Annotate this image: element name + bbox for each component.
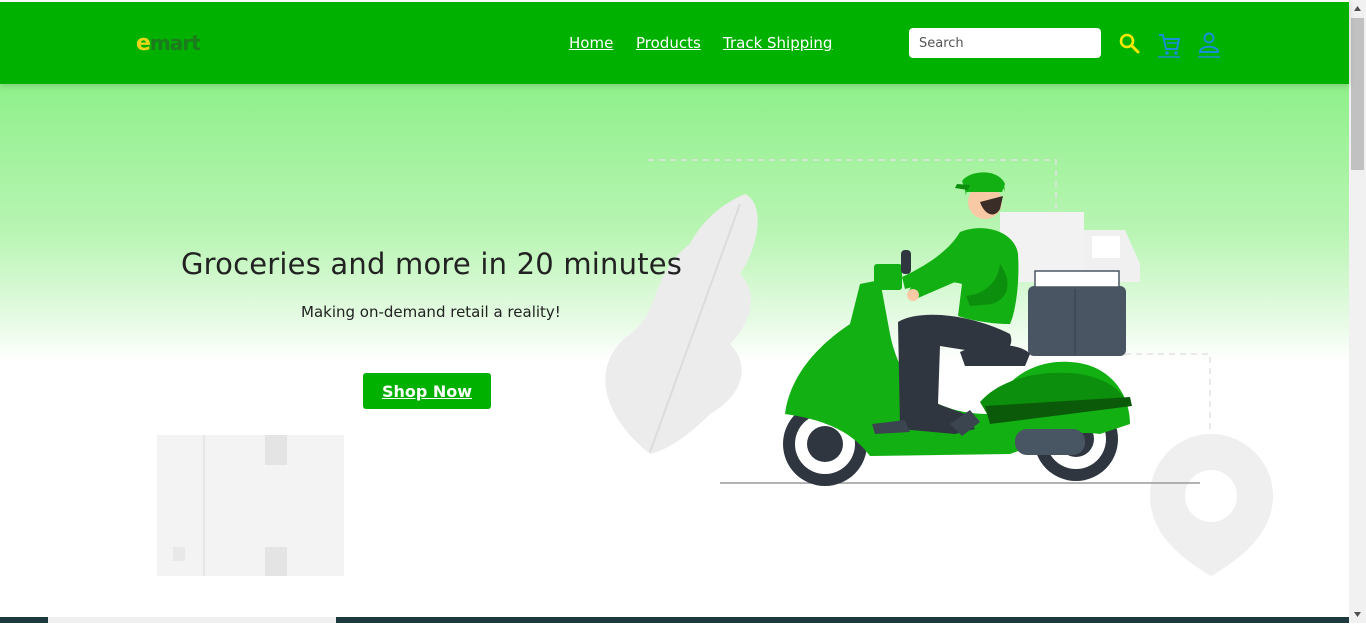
- leaf-illustration: [605, 194, 758, 454]
- scroll-down-icon[interactable]: [1349, 606, 1366, 623]
- search-icon[interactable]: [1117, 30, 1143, 58]
- nav-products-link[interactable]: Products: [636, 34, 701, 52]
- location-pin-illustration: [1150, 434, 1273, 576]
- scroll-up-icon[interactable]: [1349, 0, 1366, 17]
- user-icon[interactable]: [1196, 30, 1222, 58]
- nav-home-link[interactable]: Home: [569, 34, 613, 52]
- logo-text: mart: [149, 31, 201, 55]
- vertical-scrollbar[interactable]: [1349, 0, 1366, 623]
- scrollbar-thumb[interactable]: [1351, 18, 1364, 170]
- box-illustration: [157, 435, 344, 576]
- cart-icon[interactable]: [1156, 30, 1182, 58]
- footer-edge-light: [48, 617, 336, 623]
- hero-illustration: [157, 159, 1273, 576]
- shop-now-button[interactable]: Shop Now: [363, 373, 491, 409]
- hero-title: Groceries and more in 20 minutes: [181, 247, 683, 281]
- search-input[interactable]: [909, 28, 1101, 58]
- hero-subtitle: Making on-demand retail a reality!: [301, 303, 561, 321]
- nav-track-shipping-link[interactable]: Track Shipping: [723, 34, 832, 52]
- footer-edge: [0, 617, 1349, 623]
- navbar: emart Home Products Track Shipping: [0, 2, 1349, 84]
- hero-banner: Groceries and more in 20 minutes Making …: [0, 84, 1349, 617]
- logo-letter: e: [136, 31, 151, 56]
- logo[interactable]: emart: [136, 31, 201, 56]
